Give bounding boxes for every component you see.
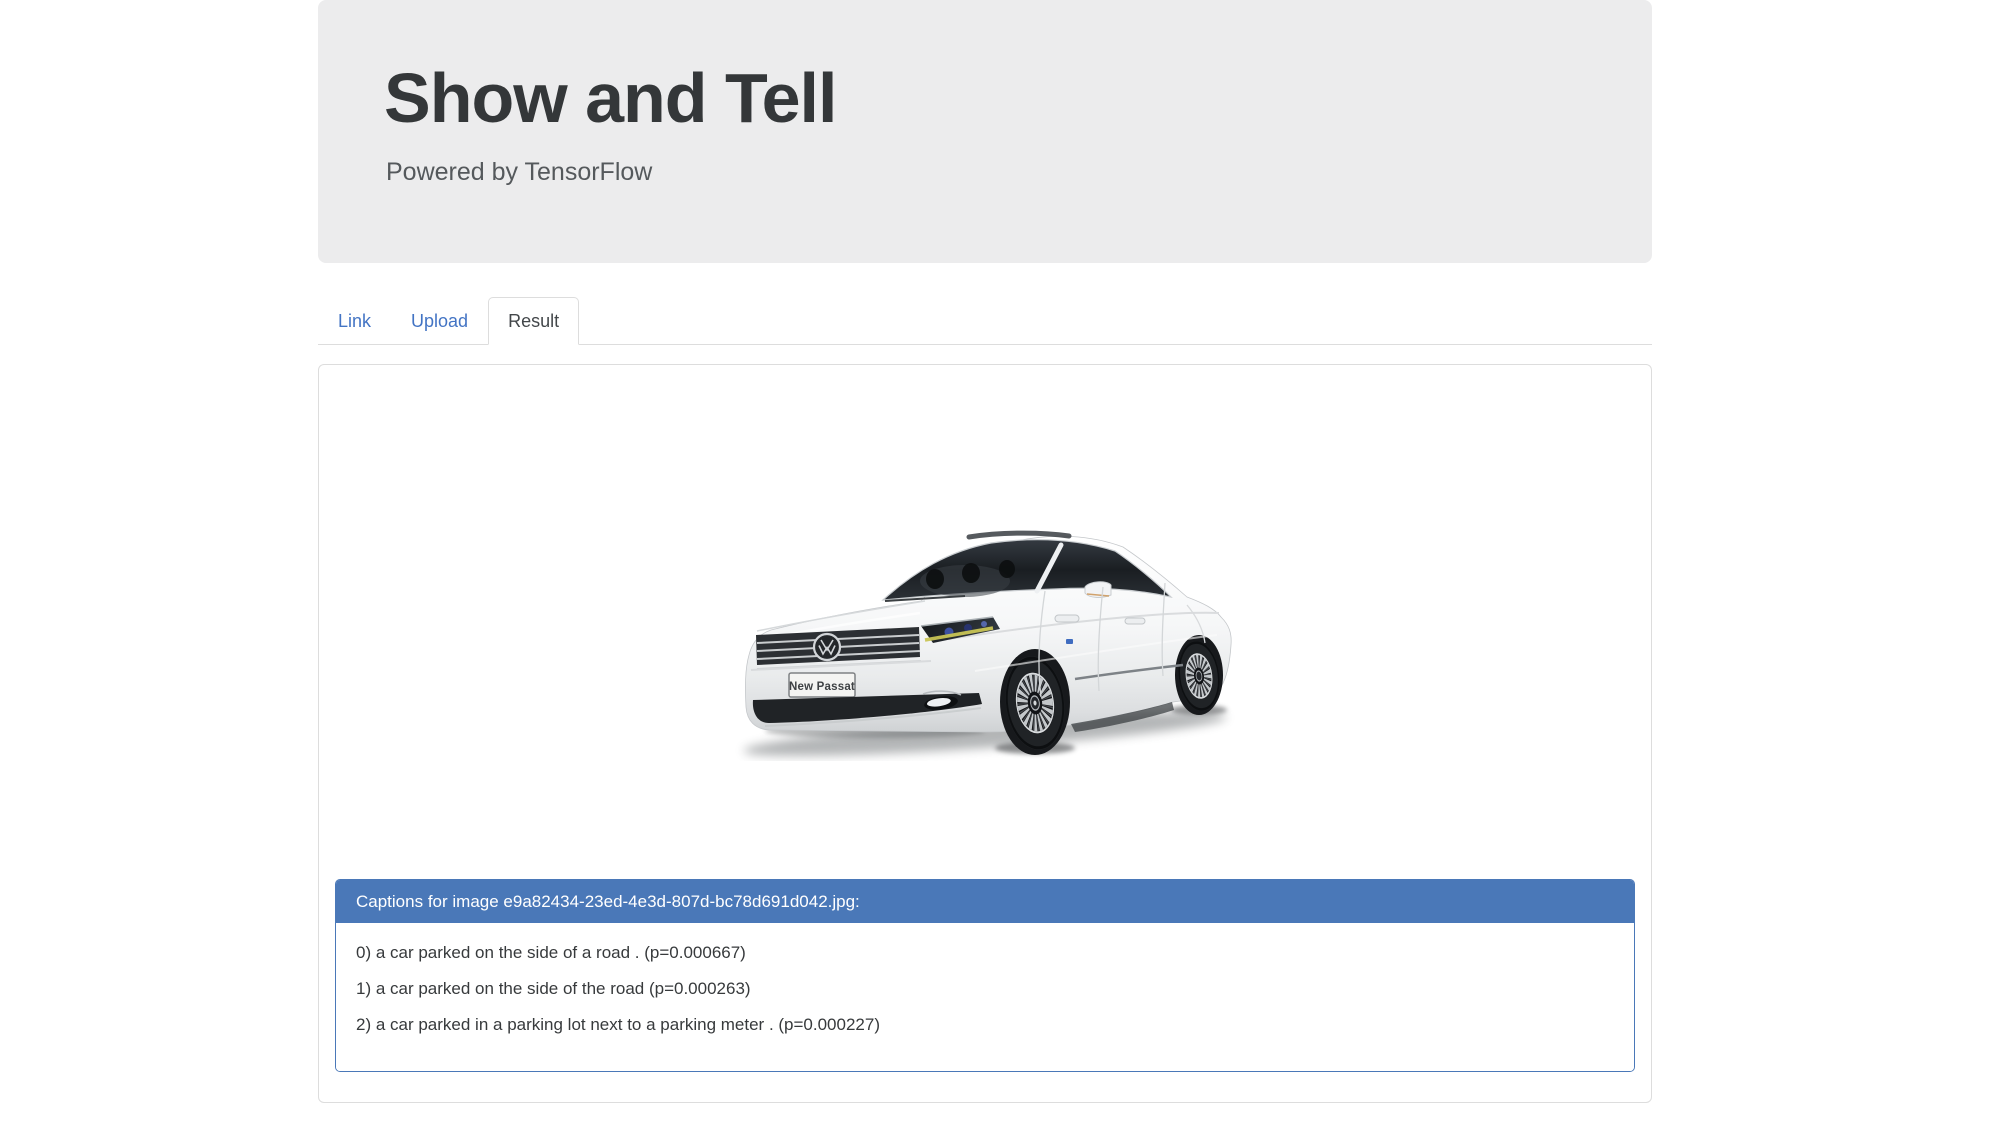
- tab-bar: Link Upload Result: [318, 296, 1652, 345]
- license-plate: New Passat: [788, 671, 856, 698]
- page-title: Show and Tell: [384, 59, 837, 137]
- tab-link-label[interactable]: Link: [318, 297, 391, 345]
- vw-badge: [812, 632, 842, 661]
- page: Show and Tell Powered by TensorFlow Link…: [0, 0, 2000, 1135]
- side-mirror: [1084, 580, 1112, 598]
- tab-result[interactable]: Result: [488, 296, 580, 345]
- captions-body: 0) a car parked on the side of a road . …: [336, 922, 1634, 1071]
- captions-heading: Captions for image e9a82434-23ed-4e3d-80…: [336, 879, 1634, 923]
- tab-link[interactable]: Link: [318, 297, 391, 345]
- main-container: Show and Tell Powered by TensorFlow Link…: [318, 0, 1652, 1103]
- tab-upload-label[interactable]: Upload: [391, 297, 488, 345]
- caption-line-2: 2) a car parked in a parking lot next to…: [356, 1014, 880, 1034]
- captions-panel: Captions for image e9a82434-23ed-4e3d-80…: [335, 878, 1635, 1072]
- caption-line-0: 0) a car parked on the side of a road . …: [356, 942, 746, 962]
- result-image-wrap: New Passat: [335, 521, 1635, 761]
- hero-banner: Show and Tell Powered by TensorFlow: [318, 0, 1652, 263]
- car-photo: New Passat: [743, 530, 1232, 756]
- tab-result-label[interactable]: Result: [488, 296, 580, 345]
- page-subtitle: Powered by TensorFlow: [386, 157, 653, 186]
- tab-upload[interactable]: Upload: [391, 297, 488, 345]
- caption-line-1: 1) a car parked on the side of the road …: [356, 978, 751, 998]
- result-panel: New Passat Captions for image e9a82434-2…: [318, 363, 1652, 1103]
- license-plate-text: New Passat: [789, 681, 855, 693]
